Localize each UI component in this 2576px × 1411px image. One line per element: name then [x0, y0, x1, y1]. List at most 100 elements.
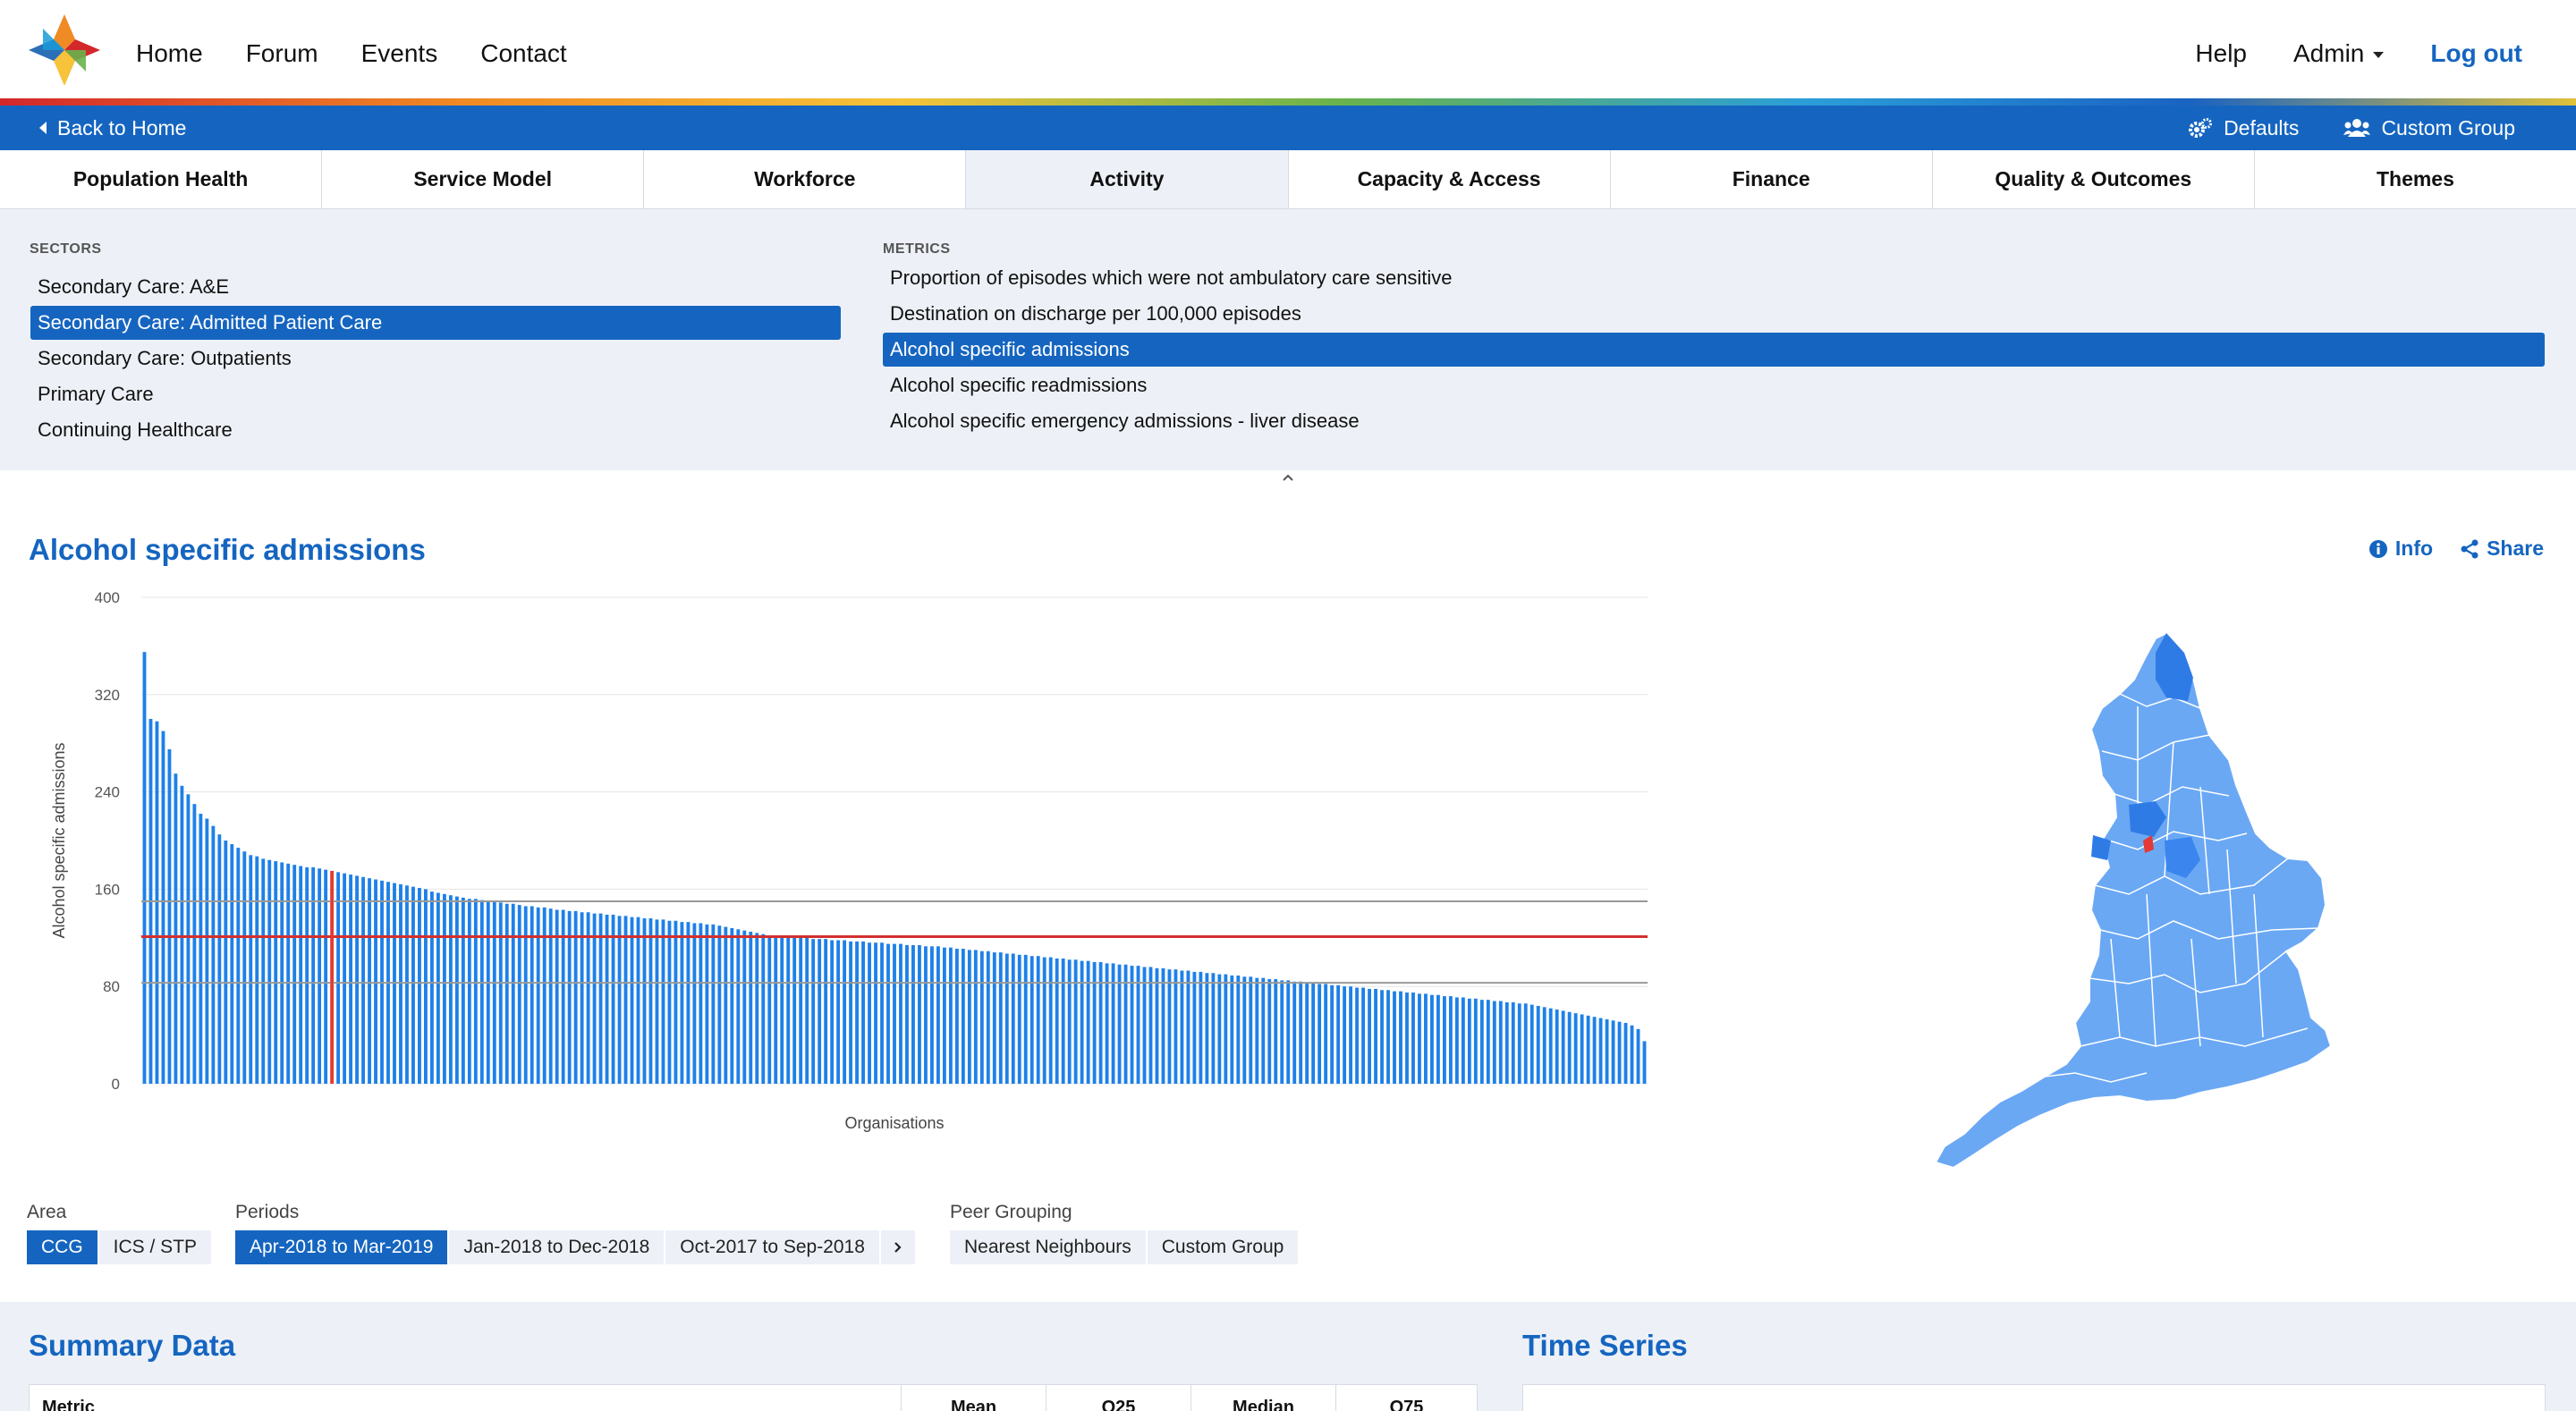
info-icon: [2368, 539, 2387, 558]
bar: [1349, 986, 1353, 1084]
share-button[interactable]: Share: [2460, 537, 2544, 561]
back-to-home-link[interactable]: Back to Home: [39, 106, 186, 150]
logout-link[interactable]: Log out: [2430, 39, 2522, 68]
bar: [605, 914, 609, 1084]
bar: [1454, 997, 1459, 1084]
england-choropleth-map[interactable]: [1932, 626, 2397, 1180]
period-button-selected[interactable]: Apr-2018 to Mar-2019: [235, 1230, 448, 1264]
tab-activity[interactable]: Activity: [966, 150, 1289, 208]
sector-item[interactable]: Secondary Care: A&E: [30, 270, 841, 304]
bar: [167, 749, 172, 1084]
area-ics-stp-button[interactable]: ICS / STP: [98, 1230, 212, 1264]
metric-item[interactable]: Destination on discharge per 100,000 epi…: [883, 297, 2545, 331]
metric-item-selected[interactable]: Alcohol specific admissions: [883, 333, 2545, 367]
bar: [674, 920, 678, 1084]
bar: [1167, 969, 1172, 1084]
bar: [224, 841, 228, 1084]
tab-population-health[interactable]: Population Health: [0, 150, 323, 208]
bar: [1430, 994, 1434, 1084]
bar: [349, 874, 353, 1084]
metric-item[interactable]: Proportion of episodes which were not am…: [883, 261, 2545, 295]
sector-item[interactable]: Primary Care: [30, 377, 841, 411]
bar: [292, 865, 297, 1084]
bar: [1142, 967, 1147, 1084]
sector-item[interactable]: Continuing Healthcare: [30, 413, 841, 447]
custom-group-button[interactable]: Custom Group: [2343, 116, 2515, 140]
nav-admin-dropdown[interactable]: Admin: [2293, 39, 2385, 68]
bar: [530, 906, 534, 1084]
bar: [586, 912, 590, 1084]
bar: [592, 913, 597, 1084]
bar: [1580, 1014, 1584, 1084]
sector-item-selected[interactable]: Secondary Care: Admitted Patient Care: [30, 306, 841, 340]
nearest-neighbours-button[interactable]: Nearest Neighbours: [950, 1230, 1146, 1264]
metric-item[interactable]: Alcohol specific readmissions: [883, 368, 2545, 402]
nav-home-link[interactable]: Home: [136, 39, 203, 68]
nav-contact-link[interactable]: Contact: [480, 39, 567, 68]
bar: [780, 936, 784, 1084]
map-outline: [1934, 631, 2333, 1170]
bar: [498, 902, 503, 1084]
bar: [924, 946, 928, 1084]
periods-next-button[interactable]: [880, 1230, 915, 1264]
brand-stripe: [0, 98, 2576, 106]
period-button[interactable]: Oct-2017 to Sep-2018: [665, 1230, 879, 1264]
sectors-heading: SECTORS: [30, 241, 102, 257]
bar: [1511, 1001, 1515, 1084]
bar: [242, 851, 247, 1084]
tab-finance[interactable]: Finance: [1611, 150, 1933, 208]
bar: [199, 814, 203, 1084]
bar: [1017, 954, 1021, 1084]
tab-quality-outcomes[interactable]: Quality & Outcomes: [1933, 150, 2255, 208]
sector-item[interactable]: Secondary Care: Outpatients: [30, 342, 841, 376]
bar: [305, 866, 309, 1084]
bar: [1642, 1041, 1647, 1084]
bar: [1211, 973, 1216, 1084]
tab-service-model[interactable]: Service Model: [322, 150, 645, 208]
bar: [1523, 1003, 1528, 1084]
bar: [830, 940, 835, 1084]
bar: [818, 939, 822, 1084]
bar: [680, 922, 684, 1084]
nav-forum-link[interactable]: Forum: [246, 39, 318, 68]
bar: [811, 939, 816, 1084]
bar: [998, 952, 1003, 1084]
bar: [155, 721, 159, 1084]
bar: [623, 916, 628, 1084]
tab-workforce[interactable]: Workforce: [644, 150, 967, 208]
chevron-up-icon[interactable]: [1281, 470, 1295, 485]
logo-icon[interactable]: [25, 11, 104, 89]
area-ccg-button[interactable]: CCG: [27, 1230, 97, 1264]
bar: [461, 897, 465, 1084]
bar: [1067, 959, 1072, 1084]
tab-themes[interactable]: Themes: [2255, 150, 2576, 208]
tab-capacity-access[interactable]: Capacity & Access: [1289, 150, 1611, 208]
top-navbar: Home Forum Events Contact Help Admin Log…: [0, 0, 2576, 100]
bar: [992, 952, 996, 1084]
nav-events-link[interactable]: Events: [361, 39, 438, 68]
peer-custom-group-button[interactable]: Custom Group: [1147, 1230, 1299, 1264]
nav-help-link[interactable]: Help: [2195, 39, 2247, 68]
bar: [580, 912, 584, 1084]
bar: [1399, 991, 1402, 1084]
metric-item[interactable]: Alcohol specific emergency admissions - …: [883, 404, 2545, 438]
bar: [424, 889, 428, 1084]
bar: [399, 883, 402, 1084]
bar: [1486, 1000, 1490, 1084]
bar: [1311, 983, 1316, 1084]
bar: [1461, 997, 1465, 1084]
bar: [261, 858, 266, 1084]
bar: [1242, 976, 1247, 1084]
bar: [1418, 993, 1421, 1084]
defaults-button[interactable]: Defaults: [2188, 116, 2299, 140]
info-button[interactable]: Info: [2368, 537, 2433, 561]
bar: [361, 876, 365, 1084]
bar: [805, 937, 809, 1084]
cogs-icon: [2189, 118, 2213, 138]
bar: [1343, 986, 1347, 1084]
area-toggle: CCG ICS / STP: [27, 1230, 213, 1264]
bar: [1561, 1010, 1565, 1084]
bar: [1004, 953, 1009, 1084]
period-button[interactable]: Jan-2018 to Dec-2018: [449, 1230, 665, 1264]
summary-data-title: Summary Data: [29, 1329, 236, 1362]
